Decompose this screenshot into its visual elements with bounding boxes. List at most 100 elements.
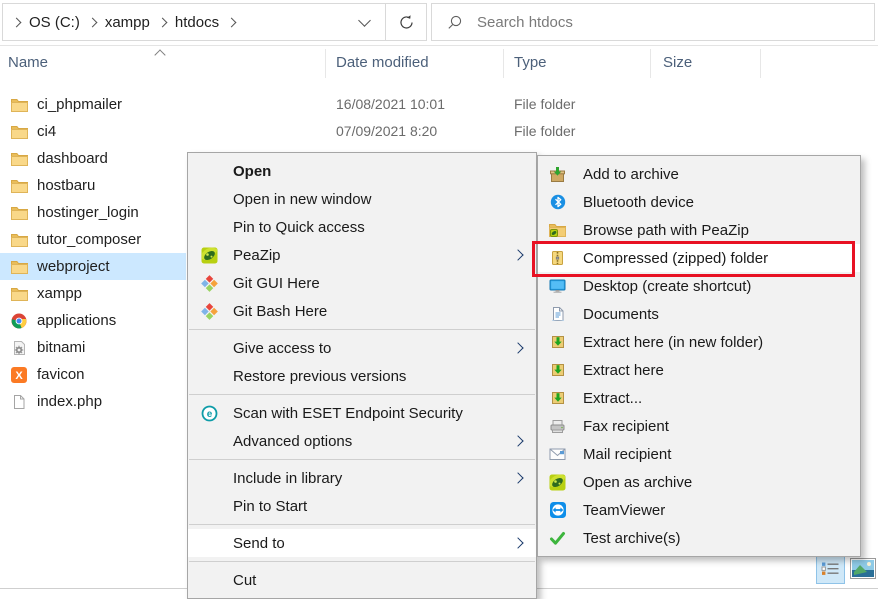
details-view-button[interactable] (816, 553, 845, 584)
file-row-webproject[interactable]: webproject (0, 253, 186, 280)
send-to-item-browse-path-with-peazip[interactable]: Browse path with PeaZip (538, 216, 860, 244)
menu-item-label: Extract here (583, 362, 664, 379)
file-type: File folder (514, 123, 575, 139)
icon-spacer (201, 163, 218, 180)
menu-item-advanced-options[interactable]: Advanced options (188, 427, 536, 455)
menu-item-label: Advanced options (233, 433, 352, 450)
send-to-item-test-archive-s[interactable]: Test archive(s) (538, 524, 860, 552)
menu-item-include-in-library[interactable]: Include in library (188, 464, 536, 492)
send-to-item-documents[interactable]: Documents (538, 300, 860, 328)
menu-item-label: Pin to Start (233, 498, 307, 515)
breadcrumb-item-os-c[interactable]: OS (C:) (24, 14, 85, 31)
file-name: hostbaru (37, 177, 95, 194)
send-to-item-extract-here[interactable]: Extract here (538, 356, 860, 384)
menu-item-scan-with-eset-endpoint-security[interactable]: e Scan with ESET Endpoint Security (188, 399, 536, 427)
menu-item-git-gui-here[interactable]: Git GUI Here (188, 269, 536, 297)
menu-item-label: Open as archive (583, 474, 692, 491)
search-box[interactable] (431, 3, 875, 41)
breadcrumb-chevron-icon[interactable] (157, 17, 167, 27)
menu-item-open[interactable]: Open (188, 157, 536, 185)
icon-spacer (201, 535, 218, 552)
send-to-item-extract-here-in-new-folder[interactable]: Extract here (in new folder) (538, 328, 860, 356)
menu-item-send-to[interactable]: Send to (188, 529, 536, 557)
fax-icon (549, 418, 566, 435)
menu-item-open-in-new-window[interactable]: Open in new window (188, 185, 536, 213)
folder-icon (10, 151, 28, 167)
file-row-tutor-composer[interactable]: tutor_composer (0, 226, 186, 253)
icon-spacer (201, 191, 218, 208)
breadcrumb-item-xampp[interactable]: xampp (100, 14, 155, 31)
column-divider[interactable] (650, 49, 651, 78)
send-to-item-desktop-create-shortcut[interactable]: Desktop (create shortcut) (538, 272, 860, 300)
menu-separator (189, 329, 535, 330)
menu-item-cut[interactable]: Cut (188, 566, 536, 594)
submenu-arrow-icon (512, 342, 523, 353)
column-divider[interactable] (325, 49, 326, 78)
refresh-button[interactable] (386, 4, 426, 40)
file-row-bitnami[interactable]: bitnami (0, 334, 186, 361)
column-divider[interactable] (503, 49, 504, 78)
send-to-item-mail-recipient[interactable]: Mail recipient (538, 440, 860, 468)
column-header-date-modified[interactable]: Date modified (336, 54, 429, 71)
menu-item-label: Restore previous versions (233, 368, 406, 385)
search-icon (446, 14, 463, 31)
menu-item-give-access-to[interactable]: Give access to (188, 334, 536, 362)
extract-icon (549, 334, 566, 351)
send-to-item-bluetooth-device[interactable]: Bluetooth device (538, 188, 860, 216)
file-row-ci4[interactable]: ci4 (0, 118, 186, 145)
file-row-favicon[interactable]: Xfavicon (0, 361, 186, 388)
file-date: 07/09/2021 8:20 (336, 123, 437, 139)
send-to-item-fax-recipient[interactable]: Fax recipient (538, 412, 860, 440)
file-row-index-php[interactable]: index.php (0, 388, 186, 415)
menu-item-git-bash-here[interactable]: Git Bash Here (188, 297, 536, 325)
menu-item-peazip[interactable]: PeaZip (188, 241, 536, 269)
folder-icon (10, 178, 28, 194)
file-name: ci4 (37, 123, 56, 140)
folder-icon (10, 97, 28, 113)
svg-text:e: e (207, 409, 213, 420)
icon-spacer (201, 368, 218, 385)
address-dropdown-chevron-icon[interactable] (358, 14, 371, 27)
menu-item-restore-previous-versions[interactable]: Restore previous versions (188, 362, 536, 390)
teamviewer-icon (549, 502, 566, 519)
menu-item-label: Extract... (583, 390, 642, 407)
file-row-hostinger-login[interactable]: hostinger_login (0, 199, 186, 226)
column-header-size[interactable]: Size (663, 54, 692, 71)
menu-item-label: Send to (233, 535, 285, 552)
mail-icon (549, 446, 566, 463)
breadcrumb-chevron-icon[interactable] (87, 17, 97, 27)
file-row-applications[interactable]: applications (0, 307, 186, 334)
file-row-xampp[interactable]: xampp (0, 280, 186, 307)
icon-spacer (201, 572, 218, 589)
menu-item-label: Add to archive (583, 166, 679, 183)
send-to-item-add-to-archive[interactable]: Add to archive (538, 160, 860, 188)
address-bar[interactable]: OS (C:) xampp htdocs (2, 3, 427, 41)
send-to-item-compressed-zipped-folder[interactable]: Compressed (zipped) folder (538, 244, 860, 272)
column-divider[interactable] (760, 49, 761, 78)
menu-item-label: Scan with ESET Endpoint Security (233, 405, 463, 422)
menu-item-label: Git Bash Here (233, 303, 327, 320)
large-icons-view-button[interactable] (850, 558, 876, 579)
column-header-row: Name Date modified Type Size (0, 46, 878, 80)
send-to-item-extract[interactable]: Extract... (538, 384, 860, 412)
file-row-dashboard[interactable]: dashboard (0, 145, 186, 172)
send-to-item-teamviewer[interactable]: TeamViewer (538, 496, 860, 524)
menu-item-pin-to-quick-access[interactable]: Pin to Quick access (188, 213, 536, 241)
file-row-ci-phpmailer[interactable]: ci_phpmailer (0, 91, 186, 118)
breadcrumb-chevron-icon[interactable] (227, 17, 237, 27)
menu-item-label: Include in library (233, 470, 342, 487)
breadcrumb: OS (C:) xampp htdocs (3, 14, 354, 31)
file-name: webproject (37, 258, 110, 275)
menu-item-label: Extract here (in new folder) (583, 334, 763, 351)
search-input[interactable] (475, 13, 874, 32)
icon-spacer (201, 340, 218, 357)
file-name: hostinger_login (37, 204, 139, 221)
send-to-item-open-as-archive[interactable]: Open as archive (538, 468, 860, 496)
column-header-name[interactable]: Name (8, 54, 48, 71)
breadcrumb-item-htdocs[interactable]: htdocs (170, 14, 224, 31)
extract-icon (549, 362, 566, 379)
breadcrumb-chevron-icon[interactable] (12, 17, 22, 27)
column-header-type[interactable]: Type (514, 54, 547, 71)
file-row-hostbaru[interactable]: hostbaru (0, 172, 186, 199)
menu-item-pin-to-start[interactable]: Pin to Start (188, 492, 536, 520)
